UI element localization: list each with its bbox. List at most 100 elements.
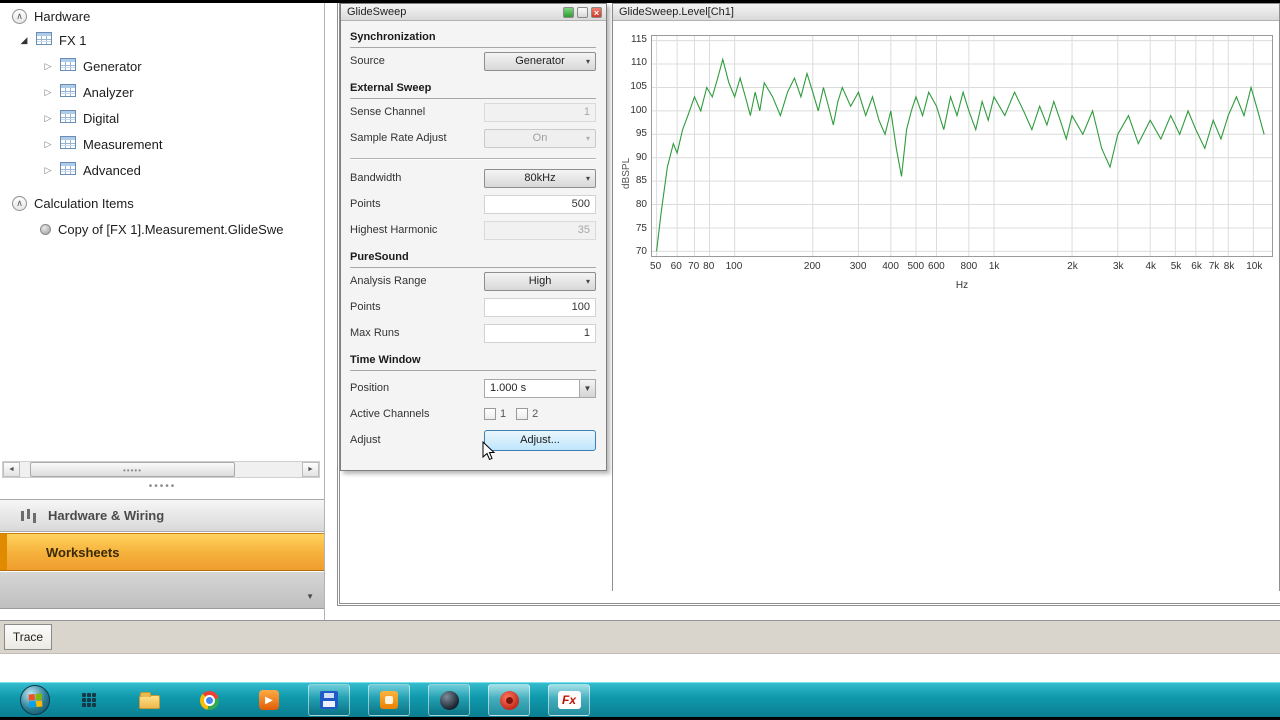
scrollbar-track[interactable]: ••••• [20, 462, 302, 477]
chevron-down-icon: ▾ [585, 56, 590, 66]
expander-expanded-icon[interactable]: ◢ [18, 35, 30, 46]
settings-titlebar[interactable]: GlideSweep × [341, 4, 606, 21]
y-tick-label: 70 [635, 246, 647, 258]
highest-harmonic-field: 35 [484, 220, 596, 240]
tree-item-hardware[interactable]: ∧ Hardware [0, 5, 324, 27]
tree-item-advanced[interactable]: ▷ Advanced [0, 157, 324, 183]
analysis-range-value: High [528, 275, 552, 287]
position-combobox[interactable]: 1.000 s ▼ [484, 378, 596, 398]
analysis-range-label: Analysis Range [350, 275, 427, 287]
form-row-analysis-range: Analysis Range High ▾ [350, 268, 596, 294]
channel-2-checkbox[interactable] [516, 408, 529, 420]
expander-collapsed-icon[interactable]: ▷ [42, 113, 54, 124]
scrollbar-thumb[interactable]: ••••• [30, 462, 235, 477]
table-icon [60, 84, 76, 100]
chevron-down-icon[interactable]: ▼ [579, 378, 596, 398]
chrome-icon [199, 690, 219, 710]
y-tick-label: 80 [635, 199, 647, 211]
tree-item-generator[interactable]: ▷ Generator [0, 53, 324, 79]
taskbar-item-chrome[interactable] [188, 684, 230, 716]
highest-harmonic-label: Highest Harmonic [350, 224, 438, 236]
taskbar-item-dark-sphere-app[interactable] [428, 684, 470, 716]
form-row-puresound-points: Points 100 [350, 294, 596, 320]
collapse-toggle-icon[interactable]: ∧ [12, 195, 27, 211]
project-tree-panel: ∧ Hardware ◢ FX 1 ▷ Generator ▷ Analyzer… [0, 3, 325, 620]
taskbar-item-explorer[interactable] [128, 684, 170, 716]
x-axis-label: Hz [955, 280, 969, 291]
adjust-label: Adjust [350, 434, 381, 446]
close-icon[interactable]: × [591, 6, 602, 18]
chevron-down-icon: ▾ [585, 133, 590, 143]
taskbar-item-dots-grid[interactable] [68, 684, 110, 716]
sample-rate-adjust-dropdown: On ▾ [484, 128, 596, 148]
active-edge [0, 534, 7, 570]
x-tick-label: 10k [1246, 261, 1263, 272]
tree-item-analyzer[interactable]: ▷ Analyzer [0, 79, 324, 105]
points-label: Points [350, 198, 381, 210]
table-icon [60, 110, 76, 126]
source-value: Generator [515, 55, 565, 67]
float-button[interactable] [577, 6, 588, 18]
taskbar-item-fx-app[interactable]: Fx [548, 684, 590, 716]
taskbar-item-save-app[interactable] [308, 684, 350, 716]
nav-overflow-bar[interactable]: ▼ [0, 572, 324, 609]
bandwidth-label: Bandwidth [350, 172, 402, 184]
tree-item-label: Copy of [FX 1].Measurement.GlideSwe [58, 221, 284, 237]
glidesweep-settings-window: GlideSweep × Synchronization Source Gene… [340, 3, 607, 471]
scrollbar-grip-icon: ••••• [122, 466, 143, 475]
tree-item-copy-glidesweep[interactable]: Copy of [FX 1].Measurement.GlideSwe [0, 216, 324, 242]
dark-sphere-icon [439, 690, 459, 710]
adjust-button[interactable]: Adjust... [484, 429, 596, 451]
collapse-toggle-icon[interactable]: ∧ [12, 8, 27, 24]
puresound-points-field[interactable]: 100 [484, 297, 596, 317]
tree-item-measurement[interactable]: ▷ Measurement [0, 131, 324, 157]
start-button[interactable] [20, 685, 50, 715]
chart-titlebar[interactable]: GlideSweep.Level[Ch1] [613, 4, 1279, 21]
expander-collapsed-icon[interactable]: ▷ [42, 61, 54, 72]
play-icon: ▶ [259, 690, 279, 710]
tree-item-label: Advanced [83, 162, 141, 178]
tree-item-label: Measurement [83, 136, 163, 152]
active-channels-group: 1 2 [484, 405, 596, 424]
y-tick-label: 90 [635, 151, 647, 163]
horizontal-scrollbar[interactable]: ◄ ••••• ► [2, 461, 320, 478]
analysis-range-dropdown[interactable]: High ▾ [484, 271, 596, 291]
scroll-left-button[interactable]: ◄ [3, 462, 20, 477]
expander-collapsed-icon[interactable]: ▷ [42, 87, 54, 98]
expander-collapsed-icon[interactable]: ▷ [42, 165, 54, 176]
x-tick-label: 50 [650, 261, 662, 272]
tab-trace[interactable]: Trace [4, 624, 52, 650]
taskbar-item-orange-app[interactable] [368, 684, 410, 716]
chart-plot-area [651, 35, 1273, 257]
tree-item-label: Analyzer [83, 84, 134, 100]
nav-hardware-wiring[interactable]: Hardware & Wiring [0, 499, 324, 532]
table-icon [36, 32, 52, 48]
taskbar-item-red-gear-app[interactable] [488, 684, 530, 716]
channel-1-checkbox[interactable] [484, 408, 496, 420]
scroll-right-button[interactable]: ► [302, 462, 319, 477]
tree-item-fx1[interactable]: ◢ FX 1 [0, 27, 324, 53]
form-row-position: Position 1.000 s ▼ [350, 375, 596, 401]
taskbar: ▶ Fx [0, 682, 1280, 717]
source-dropdown[interactable]: Generator ▾ [484, 51, 596, 71]
nav-worksheets[interactable]: Worksheets [0, 533, 324, 571]
bandwidth-dropdown[interactable]: 80kHz ▾ [484, 168, 596, 188]
expander-collapsed-icon[interactable]: ▷ [42, 139, 54, 150]
windows-flag-icon [28, 693, 43, 708]
y-tick-label: 105 [630, 80, 647, 92]
taskbar-item-media-player[interactable]: ▶ [248, 684, 290, 716]
chevron-down-icon[interactable]: ▼ [306, 592, 314, 601]
splitter-handle[interactable]: ••••• [0, 482, 325, 492]
y-tick-label: 85 [635, 175, 647, 187]
x-tick-label: 100 [725, 261, 743, 272]
max-runs-field[interactable]: 1 [484, 323, 596, 343]
dock-button[interactable] [563, 6, 574, 18]
points-field[interactable]: 500 [484, 194, 596, 214]
active-channels-label: Active Channels [350, 408, 430, 420]
tree-item-label: Digital [83, 110, 120, 126]
tree-item-digital[interactable]: ▷ Digital [0, 105, 324, 131]
red-gear-icon [499, 690, 519, 710]
channel-1-label: 1 [500, 408, 507, 420]
section-external-sweep: External Sweep [350, 82, 596, 99]
tree-item-calculation-items[interactable]: ∧ Calculation Items [0, 190, 324, 216]
